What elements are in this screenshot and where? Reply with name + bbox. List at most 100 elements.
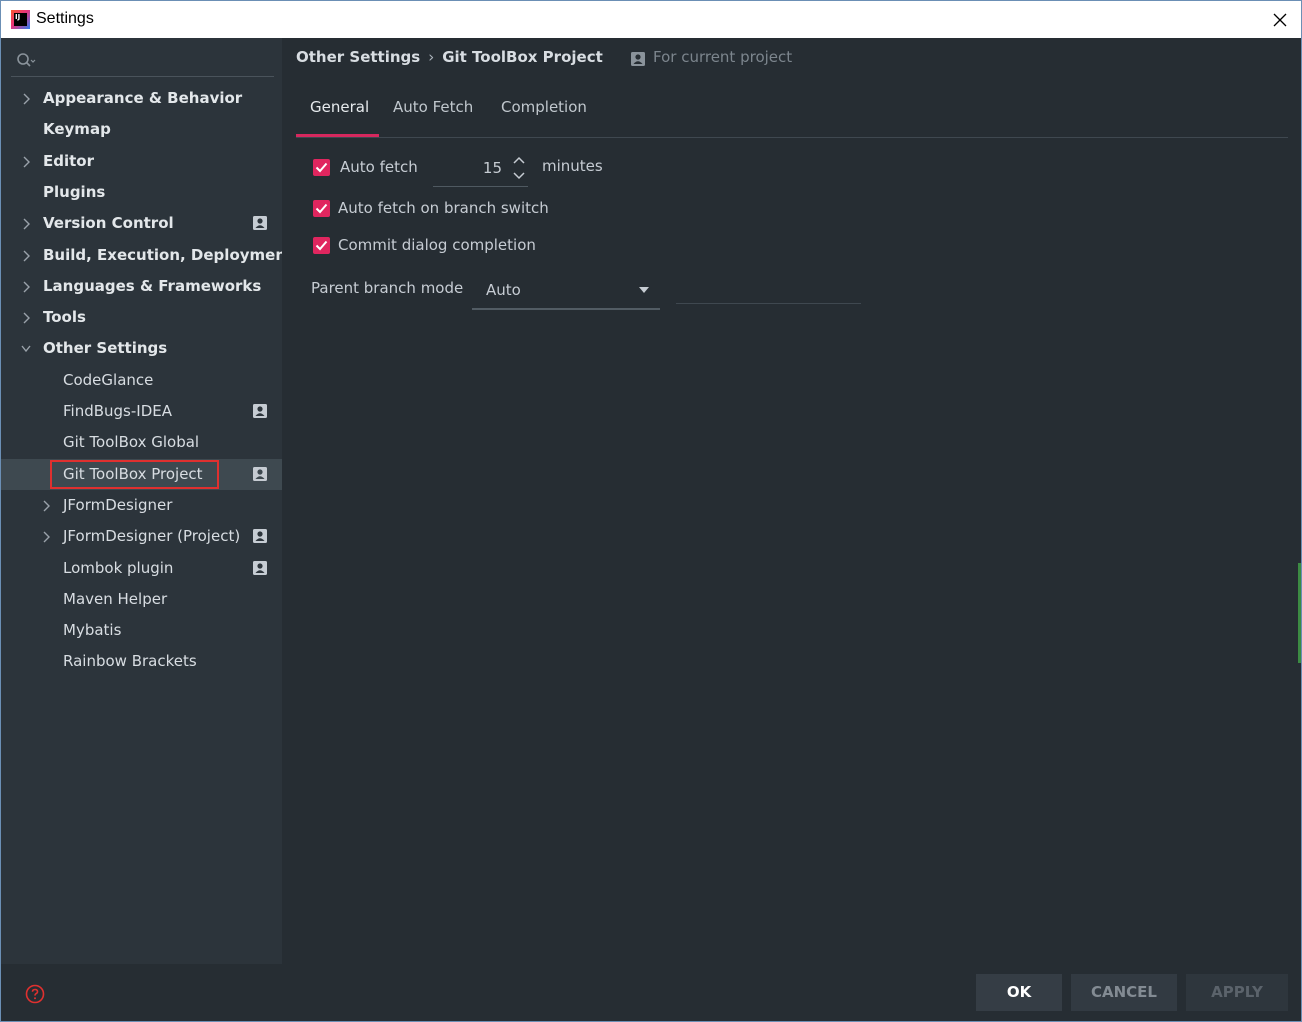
parent-branch-extra-field[interactable] — [676, 270, 861, 304]
sidebar-item-findbugs-idea[interactable]: FindBugs-IDEA — [1, 396, 282, 427]
sidebar-item-tools[interactable]: Tools — [1, 302, 282, 333]
settings-content: Other Settings › Git ToolBox Project For c… — [282, 38, 1301, 964]
sidebar-item-label: Rainbow Brackets — [63, 652, 197, 670]
dialog-footer: OK CANCEL APPLY — [1, 964, 1301, 1021]
sidebar-item-label: JFormDesigner (Project) — [63, 527, 241, 545]
chevron-right-icon[interactable] — [41, 531, 51, 543]
settings-sidebar: Appearance & Behavior Keymap Editor Plugins… — [1, 38, 293, 964]
parent-branch-mode-select[interactable]: Auto — [472, 271, 660, 310]
project-level-icon — [253, 216, 267, 230]
search-field[interactable] — [11, 48, 274, 77]
sidebar-item-label: Plugins — [43, 183, 106, 201]
sidebar-item-editor[interactable]: Editor — [1, 146, 282, 177]
chevron-right-icon[interactable] — [21, 250, 31, 262]
window-title: Settings — [36, 10, 94, 27]
project-level-icon — [253, 529, 267, 543]
selection-highlight-box — [50, 460, 219, 489]
chevron-down-icon[interactable] — [512, 171, 526, 181]
sidebar-item-label: Appearance & Behavior — [43, 89, 243, 107]
auto-fetch-unit-label: minutes — [542, 157, 603, 175]
checkmark-icon — [315, 162, 328, 173]
breadcrumb-item-other-settings[interactable]: Other Settings — [296, 48, 420, 66]
sidebar-item-other-settings[interactable]: Other Settings — [1, 333, 282, 364]
sidebar-item-label: Maven Helper — [63, 590, 168, 608]
settings-window: Appearance & Behavior Keymap Editor Plugins… — [0, 38, 1302, 1022]
active-tab-indicator — [296, 134, 379, 137]
project-level-icon — [253, 404, 267, 418]
auto-fetch-interval-stepper[interactable]: 15 — [433, 151, 528, 187]
sidebar-item-label: JFormDesigner — [63, 496, 173, 514]
project-level-icon — [253, 467, 267, 481]
sidebar-item-build-execution-deployment[interactable]: Build, Execution, Deployment — [1, 240, 293, 271]
sidebar-item-label: Git ToolBox Global — [63, 433, 200, 451]
cancel-button[interactable]: CANCEL — [1071, 974, 1177, 1011]
title-bar: IJ Settings — [0, 0, 1302, 38]
ok-button[interactable]: OK — [976, 974, 1062, 1011]
search-input[interactable] — [41, 51, 266, 73]
commit-dialog-completion-checkbox[interactable] — [313, 237, 330, 254]
app-icon-text: IJ — [14, 13, 27, 26]
auto-fetch-interval-value[interactable]: 15 — [433, 159, 502, 177]
sidebar-item-rainbow-brackets[interactable]: Rainbow Brackets — [1, 646, 282, 677]
project-scope-icon — [631, 52, 645, 66]
scrollbar-marker — [1298, 563, 1301, 663]
chevron-down-icon[interactable] — [21, 343, 31, 355]
apply-button[interactable]: APPLY — [1186, 974, 1288, 1011]
sidebar-item-version-control[interactable]: Version Control — [1, 208, 282, 239]
auto-fetch-checkbox[interactable] — [313, 159, 330, 176]
chevron-right-icon[interactable] — [21, 312, 31, 324]
tab-bar: General Auto Fetch Completion — [296, 86, 1288, 138]
tab-general[interactable]: General — [310, 98, 369, 116]
sidebar-item-label: Version Control — [43, 214, 174, 232]
sidebar-item-label: Editor — [43, 152, 94, 170]
chevron-right-icon[interactable] — [21, 156, 31, 168]
help-icon[interactable] — [25, 984, 45, 1004]
sidebar-item-mybatis[interactable]: Mybatis — [1, 615, 282, 646]
chevron-up-icon[interactable] — [512, 155, 526, 165]
sidebar-item-languages-frameworks[interactable]: Languages & Frameworks — [1, 271, 282, 302]
parent-branch-mode-value[interactable]: Auto — [486, 281, 521, 299]
sidebar-item-git-toolbox-project[interactable]: Git ToolBox Project — [1, 459, 282, 490]
tab-completion[interactable]: Completion — [501, 98, 587, 116]
scope-label: For current project — [653, 48, 793, 66]
tab-auto-fetch[interactable]: Auto Fetch — [393, 98, 473, 116]
checkmark-icon — [315, 203, 328, 214]
auto-fetch-branch-switch-checkbox[interactable] — [313, 200, 330, 217]
sidebar-item-label: FindBugs-IDEA — [63, 402, 172, 420]
chevron-right-icon[interactable] — [21, 93, 31, 105]
breadcrumb: Other Settings › Git ToolBox Project — [296, 48, 603, 70]
close-button[interactable] — [1265, 6, 1295, 34]
sidebar-item-label: Tools — [43, 308, 86, 326]
sidebar-item-label: Mybatis — [63, 621, 122, 639]
intellij-app-icon: IJ — [11, 10, 30, 29]
breadcrumb-separator: › — [428, 48, 435, 66]
search-icon — [17, 53, 36, 67]
breadcrumb-item-git-toolbox-project: Git ToolBox Project — [442, 48, 603, 66]
sidebar-item-codeglance[interactable]: CodeGlance — [1, 365, 282, 396]
sidebar-item-label: Languages & Frameworks — [43, 277, 262, 295]
sidebar-item-keymap[interactable]: Keymap — [1, 114, 282, 145]
auto-fetch-branch-switch-label[interactable]: Auto fetch on branch switch — [338, 199, 549, 217]
project-level-icon — [253, 561, 267, 575]
sidebar-item-jformdesigner[interactable]: JFormDesigner — [1, 490, 282, 521]
sidebar-item-lombok-plugin[interactable]: Lombok plugin — [1, 553, 282, 584]
sidebar-item-label: Keymap — [43, 120, 111, 138]
sidebar-item-plugins[interactable]: Plugins — [1, 177, 282, 208]
chevron-right-icon[interactable] — [21, 281, 31, 293]
commit-dialog-completion-label[interactable]: Commit dialog completion — [338, 236, 536, 254]
dropdown-arrow-icon[interactable] — [638, 286, 650, 294]
sidebar-item-jformdesigner-project[interactable]: JFormDesigner (Project) — [1, 521, 282, 552]
sidebar-item-label: Other Settings — [43, 339, 168, 357]
sidebar-item-git-toolbox-global[interactable]: Git ToolBox Global — [1, 427, 282, 458]
sidebar-item-label: Lombok plugin — [63, 559, 174, 577]
sidebar-item-label: CodeGlance — [63, 371, 154, 389]
chevron-right-icon[interactable] — [21, 218, 31, 230]
chevron-right-icon[interactable] — [41, 500, 51, 512]
close-icon — [1273, 13, 1287, 27]
sidebar-item-maven-helper[interactable]: Maven Helper — [1, 584, 282, 615]
sidebar-item-label: Build, Execution, Deployment — [43, 246, 294, 264]
sidebar-item-appearance-behavior[interactable]: Appearance & Behavior — [1, 83, 282, 114]
auto-fetch-label[interactable]: Auto fetch — [340, 158, 418, 176]
parent-branch-mode-label: Parent branch mode — [311, 279, 464, 297]
checkmark-icon — [315, 240, 328, 251]
